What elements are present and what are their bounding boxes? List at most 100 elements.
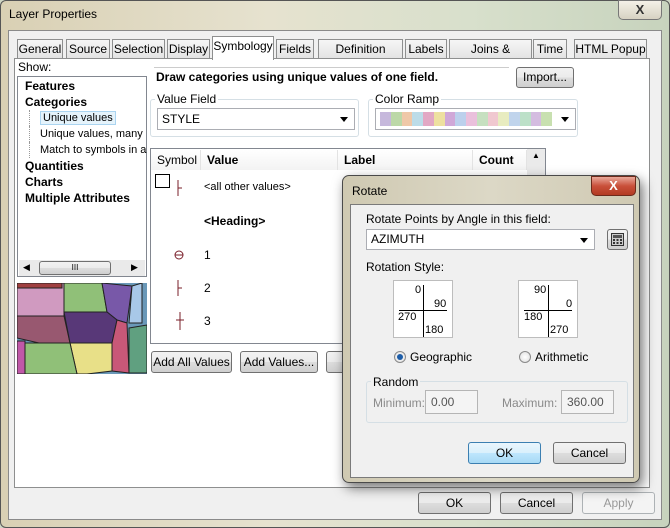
- expression-calculator-button[interactable]: [607, 229, 628, 250]
- geographic-label[interactable]: Geographic: [410, 350, 472, 364]
- show-tree-item[interactable]: Multiple Attributes: [25, 190, 146, 206]
- ramp-color-stop: [380, 112, 391, 126]
- rotate-close-button[interactable]: X: [591, 176, 636, 196]
- rotation-style-label: Rotation Style:: [366, 260, 445, 274]
- row-value: <all other values>: [204, 181, 291, 193]
- show-tree-item[interactable]: Quantities: [25, 158, 146, 174]
- value-field-value: STYLE: [162, 112, 201, 126]
- calculator-icon: [611, 233, 624, 246]
- angle-field-select[interactable]: AZIMUTH: [366, 229, 595, 250]
- show-tree-item-label: Quantities: [25, 159, 84, 173]
- rotate-dialog-body: Rotate Points by Angle in this field: AZ…: [350, 204, 634, 478]
- window-close-button[interactable]: X: [618, 0, 662, 20]
- ramp-color-stop: [433, 112, 445, 126]
- column-header-count[interactable]: Count: [473, 150, 527, 170]
- scroll-up-arrow-icon[interactable]: ▲: [532, 151, 540, 160]
- arithmetic-diagram: 90 0 180 270: [518, 280, 578, 338]
- tab-source[interactable]: Source: [66, 39, 110, 59]
- row-value: 3: [204, 314, 211, 328]
- angle-field-label: Rotate Points by Angle in this field:: [366, 212, 551, 226]
- add-values-button[interactable]: Add Values...: [240, 351, 318, 373]
- circle-cross-symbol-icon: [174, 250, 184, 260]
- show-tree-item[interactable]: Unique values: [29, 110, 146, 126]
- arith-right-label: 0: [566, 298, 573, 310]
- show-tree-item[interactable]: Charts: [25, 174, 146, 190]
- ramp-color-stop: [476, 112, 488, 126]
- scroll-right-arrow-icon[interactable]: ▶: [131, 262, 138, 273]
- geo-right-label: 90: [434, 298, 447, 310]
- ramp-color-stop: [509, 112, 520, 126]
- geo-left-label: 270: [398, 311, 417, 323]
- chevron-down-icon: [561, 117, 569, 122]
- show-tree-item[interactable]: Features: [25, 78, 146, 94]
- import-button[interactable]: Import...: [516, 67, 574, 88]
- show-tree-item[interactable]: Unique values, many: [29, 126, 146, 142]
- tab-labels[interactable]: Labels: [405, 39, 447, 59]
- arithmetic-radio[interactable]: [519, 351, 531, 363]
- ok-button[interactable]: OK: [418, 492, 491, 514]
- row-value: 1: [204, 248, 211, 262]
- angle-field-value: AZIMUTH: [371, 232, 425, 246]
- scroll-left-arrow-icon[interactable]: ◀: [23, 262, 30, 273]
- apply-button[interactable]: Apply: [582, 492, 655, 514]
- tab-fields[interactable]: Fields: [276, 39, 314, 59]
- column-header-label[interactable]: Label: [338, 150, 473, 170]
- renderer-description: Draw categories using unique values of o…: [156, 70, 439, 84]
- maximum-input[interactable]: 360.00: [561, 390, 614, 414]
- arithmetic-label[interactable]: Arithmetic: [535, 350, 588, 364]
- geographic-radio[interactable]: [394, 351, 406, 363]
- show-tree-item-label: Features: [25, 79, 76, 93]
- show-tree-item-label: Categories: [25, 95, 88, 109]
- value-field-select[interactable]: STYLE: [157, 108, 355, 130]
- ramp-color-stop: [541, 112, 552, 126]
- rotate-dialog: Rotate X Rotate Points by Angle in this …: [342, 175, 640, 483]
- show-tree-item-label: Unique values: [40, 111, 116, 125]
- row-checkbox[interactable]: [155, 174, 170, 188]
- scroll-thumb[interactable]: III: [39, 261, 111, 275]
- geo-top-label: 0: [415, 284, 422, 296]
- column-header-value[interactable]: Value: [201, 150, 338, 170]
- ramp-color-stop: [401, 112, 413, 126]
- show-tree-item-label: Match to symbols in a: [40, 144, 147, 156]
- tab-display[interactable]: Display: [167, 39, 210, 59]
- column-header-symbol[interactable]: Symbol: [151, 150, 201, 170]
- ramp-color-stop: [455, 112, 466, 126]
- window-title: Layer Properties: [9, 7, 98, 21]
- ramp-color-stop: [519, 112, 531, 126]
- ramp-color-stop: [444, 112, 456, 126]
- tree-horizontal-scrollbar[interactable]: ◀ III ▶: [19, 260, 145, 276]
- tab-joins-relates[interactable]: Joins & Relates: [449, 39, 532, 74]
- show-tree-item-label: Charts: [25, 175, 64, 189]
- tab-selection[interactable]: Selection: [112, 39, 165, 59]
- legend-map-preview: [17, 283, 147, 374]
- color-ramp-label: Color Ramp: [373, 92, 442, 106]
- show-tree-item[interactable]: Categories: [25, 94, 146, 110]
- arith-left-label: 180: [524, 311, 543, 323]
- ramp-color-stop: [487, 112, 499, 126]
- geo-bottom-label: 180: [425, 324, 444, 336]
- chevron-down-icon: [340, 117, 348, 122]
- rotate-ok-button[interactable]: OK: [468, 442, 541, 464]
- tick-line-symbol-icon: [177, 180, 182, 196]
- chevron-down-icon: [580, 238, 588, 243]
- cancel-button[interactable]: Cancel: [500, 492, 573, 514]
- tab-definition-query[interactable]: Definition Query: [318, 39, 403, 74]
- arith-top-label: 90: [534, 284, 547, 296]
- show-tree-item[interactable]: Match to symbols in a: [29, 142, 146, 158]
- value-field-label: Value Field: [155, 92, 219, 106]
- ramp-color-stop: [498, 112, 509, 126]
- minimum-input[interactable]: 0.00: [425, 390, 478, 414]
- show-label: Show:: [18, 60, 52, 74]
- color-ramp-select[interactable]: [375, 108, 576, 130]
- rotate-cancel-button[interactable]: Cancel: [553, 442, 626, 464]
- tab-symbology[interactable]: Symbology: [212, 36, 274, 60]
- row-value: 2: [204, 281, 211, 295]
- show-tree-item-label: Unique values, many: [40, 128, 143, 140]
- show-tree-item-label: Multiple Attributes: [25, 191, 130, 205]
- geographic-diagram: 0 90 270 180: [393, 280, 453, 338]
- tab-time[interactable]: Time: [533, 39, 567, 59]
- tab-html-popup[interactable]: HTML Popup: [574, 39, 647, 59]
- tab-general[interactable]: General: [17, 39, 63, 59]
- add-all-values-button[interactable]: Add All Values: [151, 351, 232, 373]
- row-value: <Heading>: [204, 214, 266, 228]
